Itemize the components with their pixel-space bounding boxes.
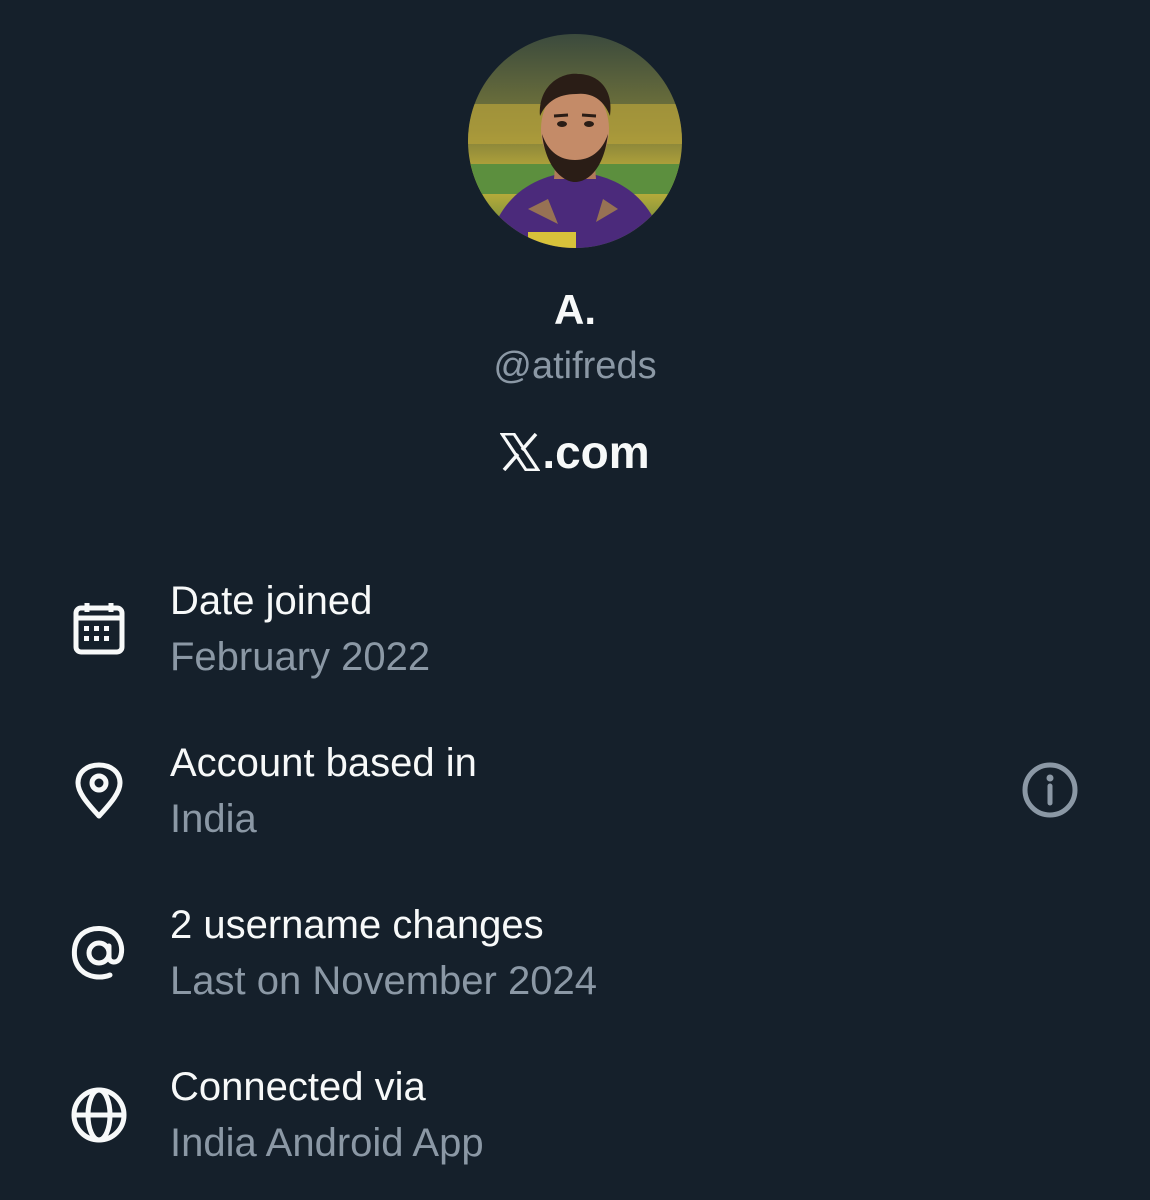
- detail-row-date-joined: Date joined February 2022: [0, 576, 1150, 706]
- detail-value: February 2022: [170, 635, 431, 679]
- brand-domain-text: .com: [542, 426, 650, 478]
- detail-title: Account based in: [170, 741, 477, 785]
- detail-value: India Android App: [170, 1121, 484, 1165]
- location-pin-icon: [70, 762, 128, 820]
- detail-value: Last on November 2024: [170, 959, 597, 1003]
- avatar-image: [468, 34, 682, 248]
- detail-row-username-changes: 2 username changes Last on November 2024: [0, 900, 1150, 1030]
- calendar-icon: [70, 600, 128, 658]
- info-button[interactable]: [1020, 760, 1080, 820]
- display-name: A.: [554, 286, 596, 333]
- detail-title: Connected via: [170, 1065, 426, 1109]
- username-handle: @atifreds: [493, 345, 657, 387]
- detail-title: Date joined: [170, 579, 373, 623]
- at-sign-icon: [70, 924, 128, 982]
- detail-value: India: [170, 797, 257, 841]
- detail-title: 2 username changes: [170, 903, 544, 947]
- globe-icon: [70, 1086, 128, 1144]
- detail-row-connected-via: Connected via India Android App: [0, 1062, 1150, 1192]
- x-logo-icon: [499, 427, 542, 483]
- avatar[interactable]: [468, 34, 682, 248]
- detail-row-account-based-in: Account based in India: [0, 738, 1150, 868]
- info-icon: [1022, 762, 1078, 818]
- x-brand-logo: .com: [0, 424, 1150, 483]
